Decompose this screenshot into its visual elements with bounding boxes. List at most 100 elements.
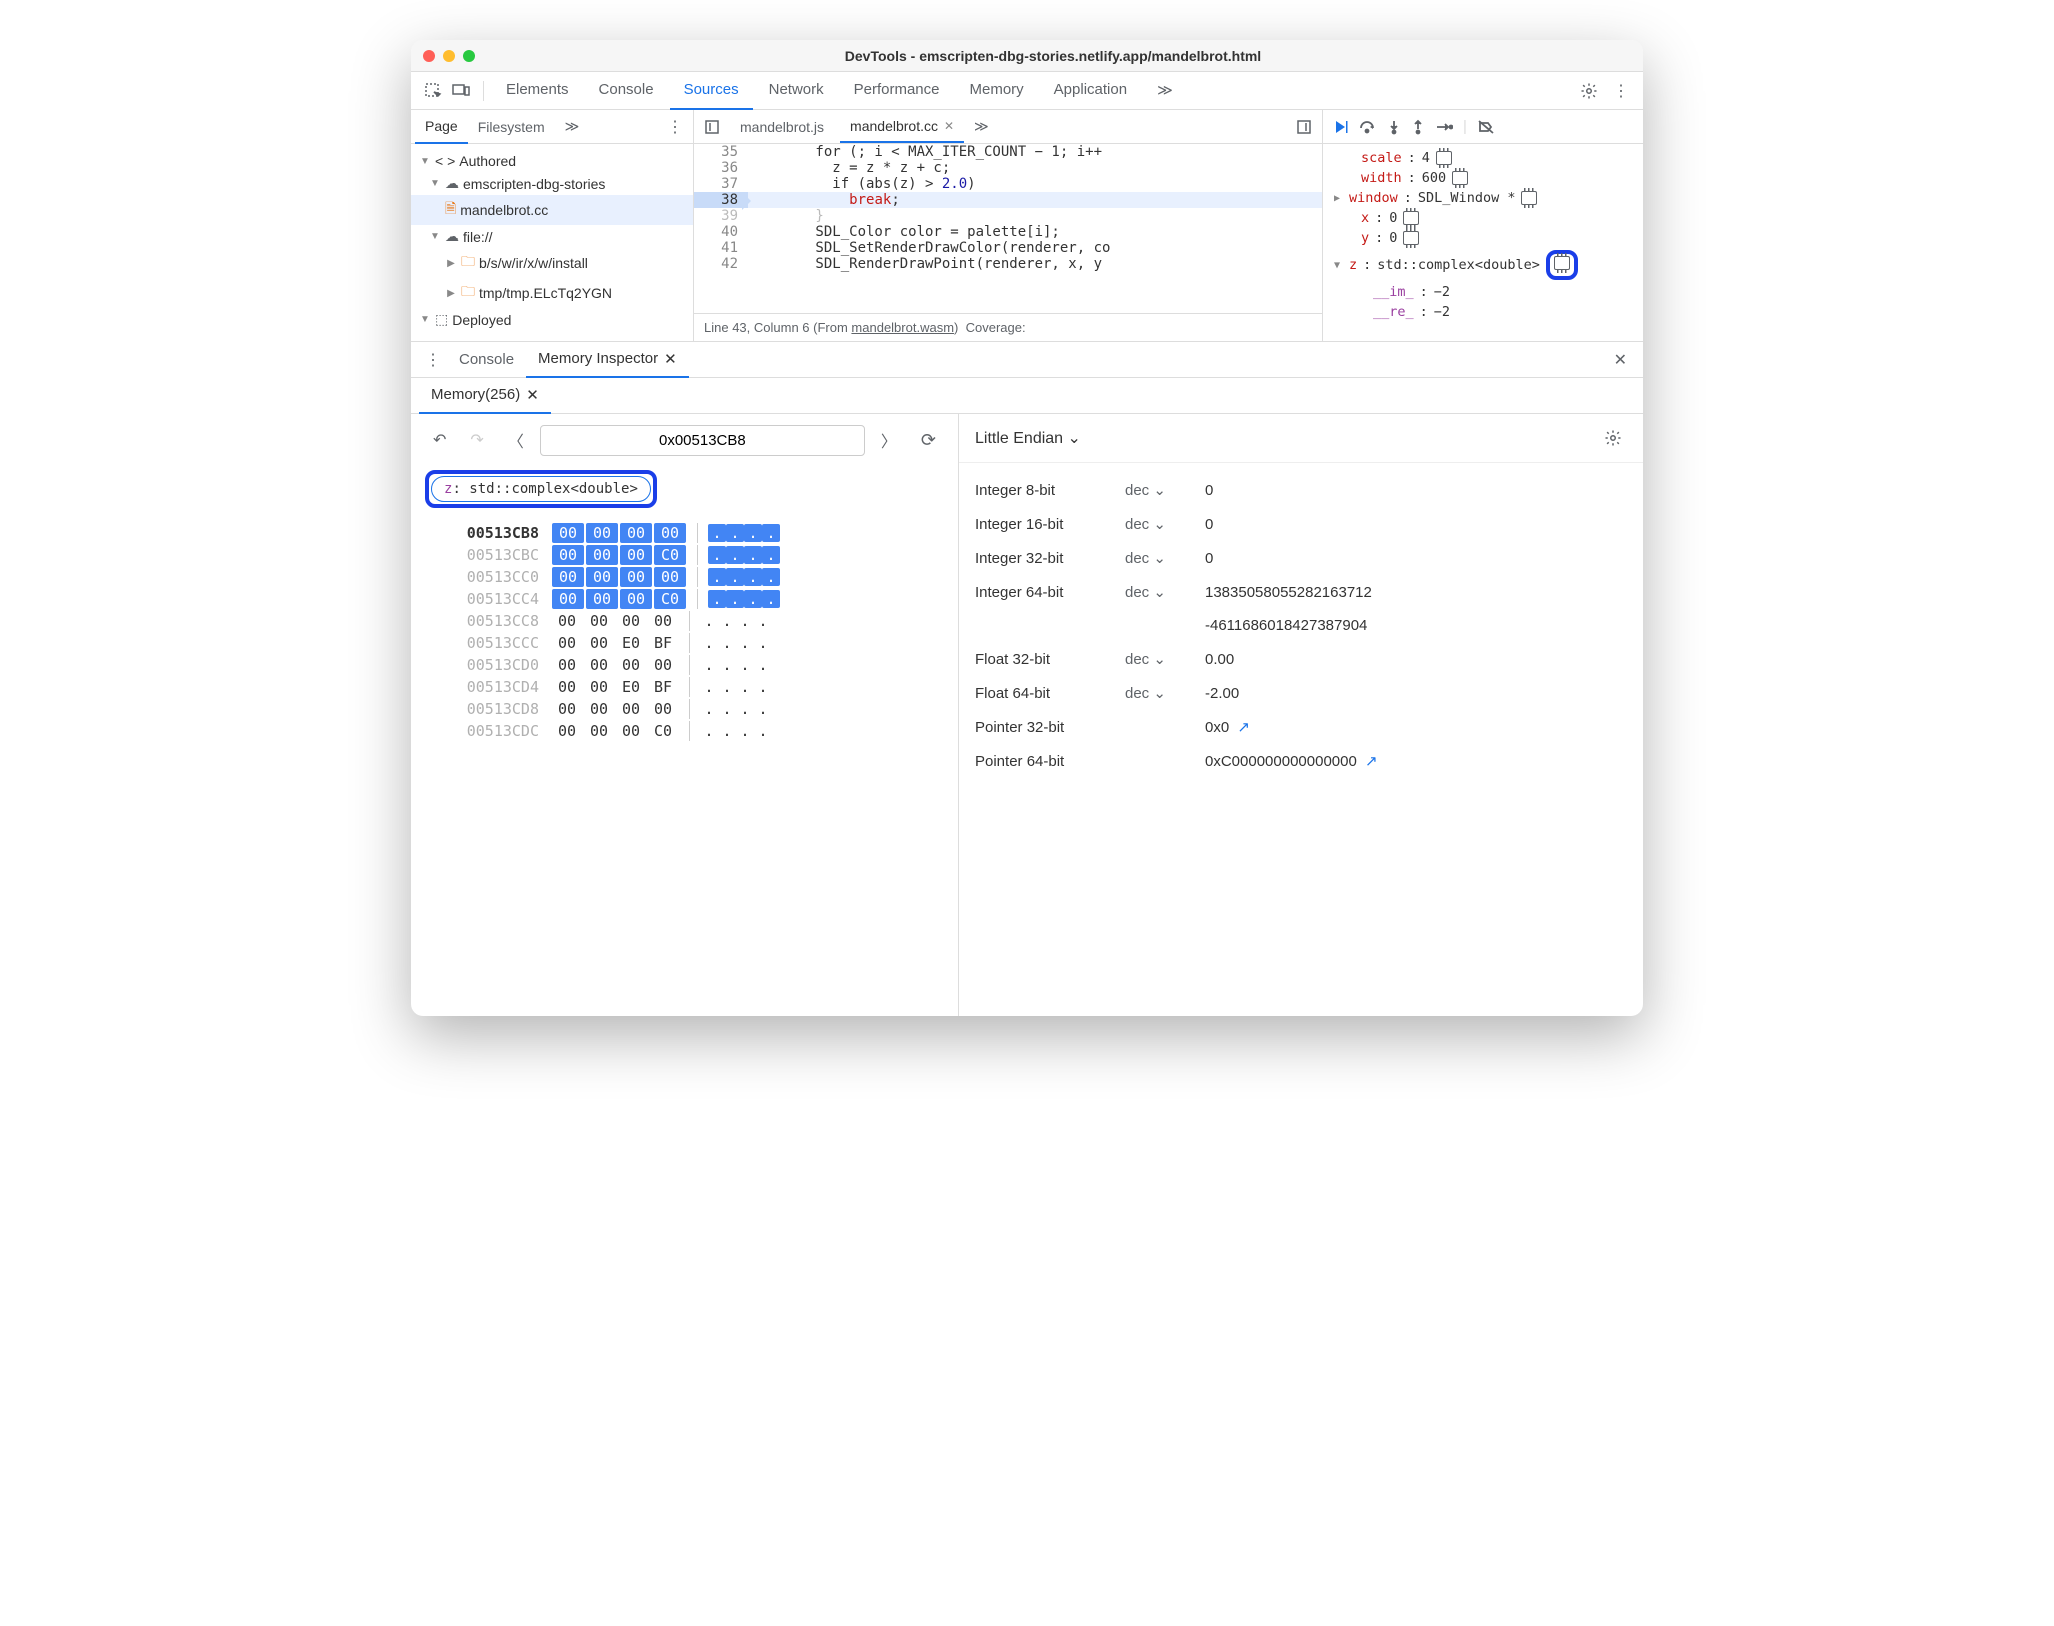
tab-elements[interactable]: Elements [492, 72, 583, 110]
hex-row[interactable]: 00513CC4000000C0.... [411, 588, 958, 610]
close-icon[interactable]: ✕ [944, 119, 954, 133]
hex-byte[interactable]: BF [647, 677, 679, 697]
address-input[interactable] [540, 425, 865, 456]
drawer-tab-console[interactable]: Console [447, 343, 526, 376]
page-next-icon[interactable]: 〉 [873, 424, 905, 456]
undo-icon[interactable]: ↶ [425, 426, 454, 454]
memory-tab-256[interactable]: Memory(256)✕ [419, 378, 551, 414]
tree-file-mandelbrot[interactable]: 🗎mandelbrot.cc [411, 195, 693, 225]
tree-authored[interactable]: ▼< >Authored [411, 150, 693, 172]
drawer-close-icon[interactable]: ✕ [1606, 346, 1635, 374]
scope-z[interactable]: ▼z: std::complex<double> [1331, 248, 1635, 282]
hex-byte[interactable]: 00 [586, 589, 618, 609]
tab-memory[interactable]: Memory [956, 72, 1038, 110]
memory-object-chip[interactable]: z: std::complex<double> [425, 470, 657, 508]
tree-site[interactable]: ▼☁emscripten-dbg-stories [411, 172, 693, 195]
tree-tmp[interactable]: ▶🗀tmp/tmp.ELcTq2YGN [411, 278, 693, 308]
hex-row[interactable]: 00513CD40000E0BF.... [411, 676, 958, 698]
memory-icon[interactable] [1452, 171, 1468, 185]
tabs-overflow-icon[interactable]: ≫ [1143, 72, 1187, 110]
hex-byte[interactable]: C0 [654, 545, 686, 565]
hex-byte[interactable]: 00 [583, 633, 615, 653]
hex-byte[interactable]: C0 [647, 721, 679, 741]
inspect-icon[interactable] [419, 77, 447, 105]
scope-y[interactable]: y: 0 [1331, 228, 1635, 248]
hex-byte[interactable]: 00 [551, 633, 583, 653]
hex-byte[interactable]: 00 [620, 523, 652, 543]
scope-scale[interactable]: scale: 4 [1331, 148, 1635, 168]
close-icon[interactable]: ✕ [526, 386, 539, 404]
encoding-select[interactable]: dec ⌄ [1125, 583, 1205, 601]
step-over-icon[interactable] [1359, 118, 1377, 135]
close-icon[interactable] [423, 50, 435, 62]
step-icon[interactable] [1435, 118, 1453, 135]
scope-width[interactable]: width: 600 [1331, 168, 1635, 188]
hex-byte[interactable]: 00 [647, 655, 679, 675]
hex-byte[interactable]: 00 [551, 699, 583, 719]
scope-x[interactable]: x: 0 [1331, 208, 1635, 228]
nav-more-icon[interactable]: ⋮ [661, 113, 689, 141]
tab-performance[interactable]: Performance [840, 72, 954, 110]
redo-icon[interactable]: ↷ [462, 426, 491, 454]
code-editor[interactable]: 35 for (; i < MAX_ITER_COUNT − 1; i++ 36… [694, 144, 1322, 313]
hex-byte[interactable]: 00 [654, 523, 686, 543]
hex-byte[interactable]: 00 [620, 567, 652, 587]
memory-icon[interactable] [1403, 231, 1419, 245]
external-link-icon[interactable]: ↗ [1237, 719, 1250, 736]
hex-byte[interactable]: 00 [583, 611, 615, 631]
device-icon[interactable] [447, 77, 475, 105]
encoding-select[interactable]: dec ⌄ [1125, 481, 1205, 499]
drawer-tab-memory[interactable]: Memory Inspector✕ [526, 342, 689, 378]
hex-byte[interactable]: 00 [615, 611, 647, 631]
source-map-link[interactable]: mandelbrot.wasm [851, 320, 954, 335]
hex-byte[interactable]: 00 [647, 611, 679, 631]
hex-byte[interactable]: 00 [654, 567, 686, 587]
encoding-select[interactable]: dec ⌄ [1125, 684, 1205, 702]
resume-icon[interactable] [1333, 118, 1349, 135]
tree-deployed[interactable]: ▼⬚Deployed [411, 308, 693, 331]
hex-byte[interactable]: 00 [552, 523, 584, 543]
hex-byte[interactable]: 00 [586, 567, 618, 587]
hex-row[interactable]: 00513CDC000000C0.... [411, 720, 958, 742]
tree-fileurl[interactable]: ▼☁file:// [411, 225, 693, 248]
hex-row[interactable]: 00513CBC000000C0.... [411, 544, 958, 566]
hex-byte[interactable]: 00 [586, 523, 618, 543]
hex-byte[interactable]: 00 [615, 699, 647, 719]
memory-icon[interactable] [1403, 211, 1419, 225]
memory-icon[interactable] [1554, 256, 1570, 270]
tab-console[interactable]: Console [585, 72, 668, 110]
close-icon[interactable]: ✕ [664, 350, 677, 368]
zoom-icon[interactable] [463, 50, 475, 62]
hex-byte[interactable]: 00 [620, 589, 652, 609]
hex-byte[interactable]: 00 [583, 655, 615, 675]
hex-byte[interactable]: 00 [552, 545, 584, 565]
editor-overflow-icon[interactable]: ≫ [970, 114, 993, 139]
editor-tab-js[interactable]: mandelbrot.js [730, 112, 834, 142]
tab-sources[interactable]: Sources [670, 72, 753, 110]
step-out-icon[interactable] [1411, 118, 1425, 135]
more-icon[interactable]: ⋮ [1607, 77, 1635, 105]
tab-network[interactable]: Network [755, 72, 838, 110]
endianness-select[interactable]: Little Endian ⌄ [975, 428, 1081, 448]
hex-row[interactable]: 00513CB800000000.... [411, 522, 958, 544]
memory-icon[interactable] [1436, 151, 1452, 165]
memory-icon[interactable] [1521, 191, 1537, 205]
nav-overflow-icon[interactable]: ≫ [555, 110, 590, 143]
encoding-select[interactable]: dec ⌄ [1125, 650, 1205, 668]
tab-application[interactable]: Application [1040, 72, 1141, 110]
hex-byte[interactable]: 00 [551, 611, 583, 631]
encoding-select[interactable]: dec ⌄ [1125, 515, 1205, 533]
hex-byte[interactable]: 00 [551, 655, 583, 675]
hex-byte[interactable]: 00 [552, 567, 584, 587]
hex-byte[interactable]: 00 [615, 655, 647, 675]
hex-row[interactable]: 00513CD800000000.... [411, 698, 958, 720]
hex-byte[interactable]: 00 [615, 721, 647, 741]
external-link-icon[interactable]: ↗ [1365, 753, 1378, 770]
step-into-icon[interactable] [1387, 118, 1401, 135]
page-prev-icon[interactable]: 〈 [500, 424, 532, 456]
drawer-more-icon[interactable]: ⋮ [419, 346, 447, 374]
scope-re[interactable]: __re_: −2 [1331, 302, 1635, 322]
scope-window[interactable]: ▶window: SDL_Window * [1331, 188, 1635, 208]
hex-byte[interactable]: 00 [583, 677, 615, 697]
hex-table[interactable]: 00513CB800000000....00513CBC000000C0....… [411, 518, 958, 752]
